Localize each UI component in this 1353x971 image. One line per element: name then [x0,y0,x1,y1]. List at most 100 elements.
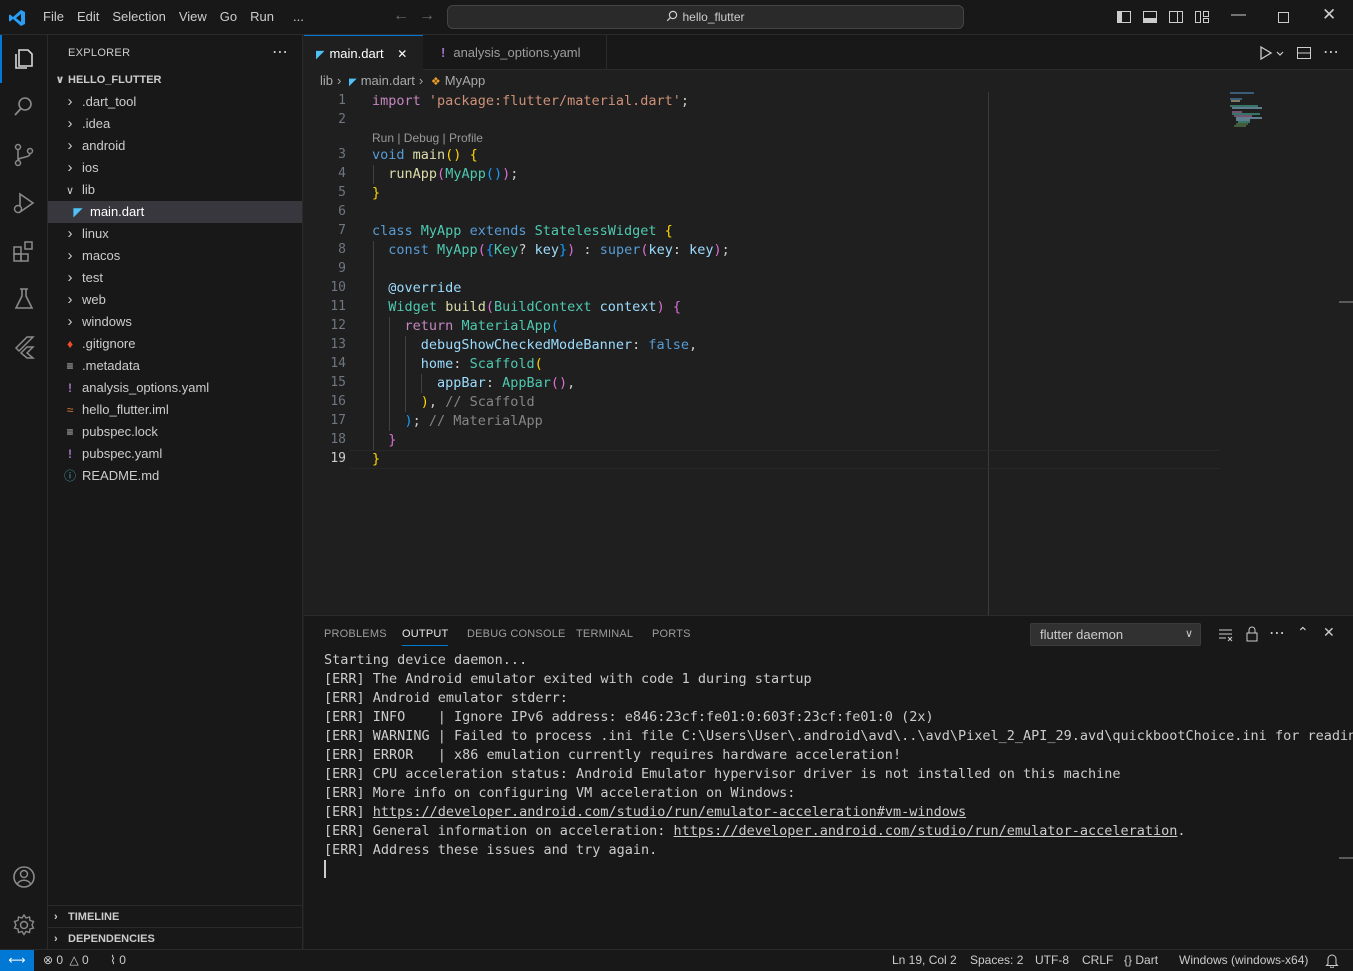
explorer-more-icon[interactable]: ⋯ [272,42,288,62]
tree-item[interactable]: › .idea [48,113,302,135]
ports-status[interactable]: ⌇ 0 [110,950,126,971]
tab-terminal[interactable]: TERMINAL [576,628,633,640]
command-center[interactable]: hello_flutter [447,5,964,29]
tree-item[interactable]: ♦ .gitignore [48,333,302,355]
remote-indicator-icon[interactable]: ⟷ [0,950,34,971]
maximize-icon[interactable] [1276,10,1292,26]
tab-debug-console[interactable]: DEBUG CONSOLE [467,628,566,640]
run-debug-dropdown-icon[interactable] [1258,45,1284,61]
codelens-run-debug-profile[interactable]: Run | Debug | Profile [372,131,483,145]
breadcrumb-symbol[interactable]: MyApp [445,73,485,88]
indentation[interactable]: Spaces: 2 [970,950,1023,971]
explorer-icon[interactable] [11,46,37,72]
lock-icon[interactable] [1245,626,1259,642]
scrollbar-marker[interactable] [1339,301,1353,303]
tree-item[interactable]: ∨ lib [48,179,302,201]
code-line-13[interactable]: debugShowCheckedModeBanner: false, [372,337,697,353]
minimap[interactable] [1228,92,1278,132]
code-line-3[interactable]: void main() { [372,147,478,163]
code-line-11[interactable]: Widget build(BuildContext context) { [372,299,681,315]
encoding[interactable]: UTF-8 [1035,950,1069,971]
tab-output[interactable]: OUTPUT [402,628,449,646]
code-line-18[interactable]: } [372,432,396,448]
vm-acceleration-link[interactable]: https://developer.android.com/studio/run… [373,804,966,820]
breadcrumb-lib[interactable]: lib [320,73,333,88]
menu-run[interactable]: Run [250,9,274,24]
tree-item[interactable]: › linux [48,223,302,245]
tree-item[interactable]: › .dart_tool [48,91,302,113]
back-arrow-icon[interactable]: ← [393,7,409,25]
settings-gear-icon[interactable] [11,912,37,938]
code-line-4[interactable]: runApp(MyApp()); [372,166,518,182]
editor-more-icon[interactable]: ⋯ [1323,42,1339,62]
tab-ports[interactable]: PORTS [652,628,691,640]
tree-item[interactable]: › test [48,267,302,289]
code-line-17[interactable]: ); // MaterialApp [372,413,543,429]
output-channel-select[interactable]: flutter daemon ∨ [1030,623,1201,646]
accounts-icon[interactable] [11,864,37,890]
source-control-icon[interactable] [11,142,37,168]
code-line-14[interactable]: home: Scaffold( [372,356,543,372]
tree-item[interactable]: ! analysis_options.yaml [48,377,302,399]
tree-item[interactable]: ≈ hello_flutter.iml [48,399,302,421]
split-editor-icon[interactable] [1296,45,1312,61]
close-panel-icon[interactable]: ✕ [1323,624,1335,641]
minimize-icon[interactable]: — [1231,6,1246,23]
scrollbar-marker[interactable] [1339,857,1353,859]
dependencies-section[interactable]: › DEPENDENCIES [48,927,302,949]
code-line-12[interactable]: return MaterialApp( [372,318,559,334]
emulator-acceleration-link[interactable]: https://developer.android.com/studio/run… [674,823,1178,839]
tree-item[interactable]: › ios [48,157,302,179]
tree-item[interactable]: ≡ pubspec.lock [48,421,302,443]
toggle-primary-sidebar-icon[interactable] [1116,9,1132,25]
maximize-panel-icon[interactable]: ⌃ [1297,624,1309,641]
panel-more-icon[interactable]: ⋯ [1269,623,1285,643]
code-line-19[interactable]: } [372,451,380,467]
customize-layout-icon[interactable] [1194,9,1210,25]
workspace-root[interactable]: ∨ HELLO_FLUTTER [48,69,302,91]
tree-item[interactable]: › web [48,289,302,311]
tree-item[interactable]: › macos [48,245,302,267]
code-line-10[interactable]: @override [372,280,461,296]
menu-file[interactable]: File [43,9,64,24]
tab-analysis-options[interactable]: ! analysis_options.yaml [423,35,607,70]
tab-problems[interactable]: PROBLEMS [324,628,387,640]
tree-item[interactable]: › windows [48,311,302,333]
code-line-8[interactable]: const MyApp({Key? key}) : super(key: key… [372,242,730,258]
tree-item[interactable]: ! pubspec.yaml [48,443,302,465]
tree-item[interactable]: ⓘ README.md [48,465,302,487]
testing-flask-icon[interactable] [11,286,37,312]
code-line-1[interactable]: import 'package:flutter/material.dart'; [372,93,689,109]
tab-main-dart[interactable]: ◤ main.dart ✕ [304,35,423,70]
tree-item[interactable]: ◤ main.dart [48,201,302,223]
toggle-panel-icon[interactable] [1142,9,1158,25]
forward-arrow-icon[interactable]: → [419,7,435,25]
tree-item[interactable]: › android [48,135,302,157]
tree-item[interactable]: ≡ .metadata [48,355,302,377]
toggle-secondary-sidebar-icon[interactable] [1168,9,1184,25]
menu-edit[interactable]: Edit [77,9,99,24]
device-selector[interactable]: Windows (windows-x64) [1179,950,1308,971]
code-line-16[interactable]: ), // Scaffold [372,394,535,410]
menu-view[interactable]: View [179,9,207,24]
search-view-icon[interactable] [11,94,37,120]
language-mode[interactable]: {} Dart [1124,950,1158,971]
close-tab-icon[interactable]: ✕ [397,47,407,61]
close-window-icon[interactable]: ✕ [1322,5,1336,25]
timeline-section[interactable]: › TIMELINE [48,905,302,927]
menu-selection[interactable]: Selection [112,9,165,24]
code-line-15[interactable]: appBar: AppBar(), [372,375,575,391]
flutter-icon[interactable] [11,334,37,360]
menu-more[interactable]: ... [293,9,304,24]
line-ending[interactable]: CRLF [1082,950,1113,971]
breadcrumb-file[interactable]: main.dart [361,73,415,88]
menu-go[interactable]: Go [220,9,237,24]
run-debug-icon[interactable] [11,190,37,216]
notifications-bell-icon[interactable] [1325,953,1339,968]
problems-status[interactable]: ⊗ 0 △ 0 [43,950,89,971]
extensions-icon[interactable] [11,238,37,264]
code-line-7[interactable]: class MyApp extends StatelessWidget { [372,223,673,239]
cursor-position[interactable]: Ln 19, Col 2 [892,950,957,971]
clear-output-icon[interactable] [1218,628,1234,642]
code-line-5[interactable]: } [372,185,380,201]
